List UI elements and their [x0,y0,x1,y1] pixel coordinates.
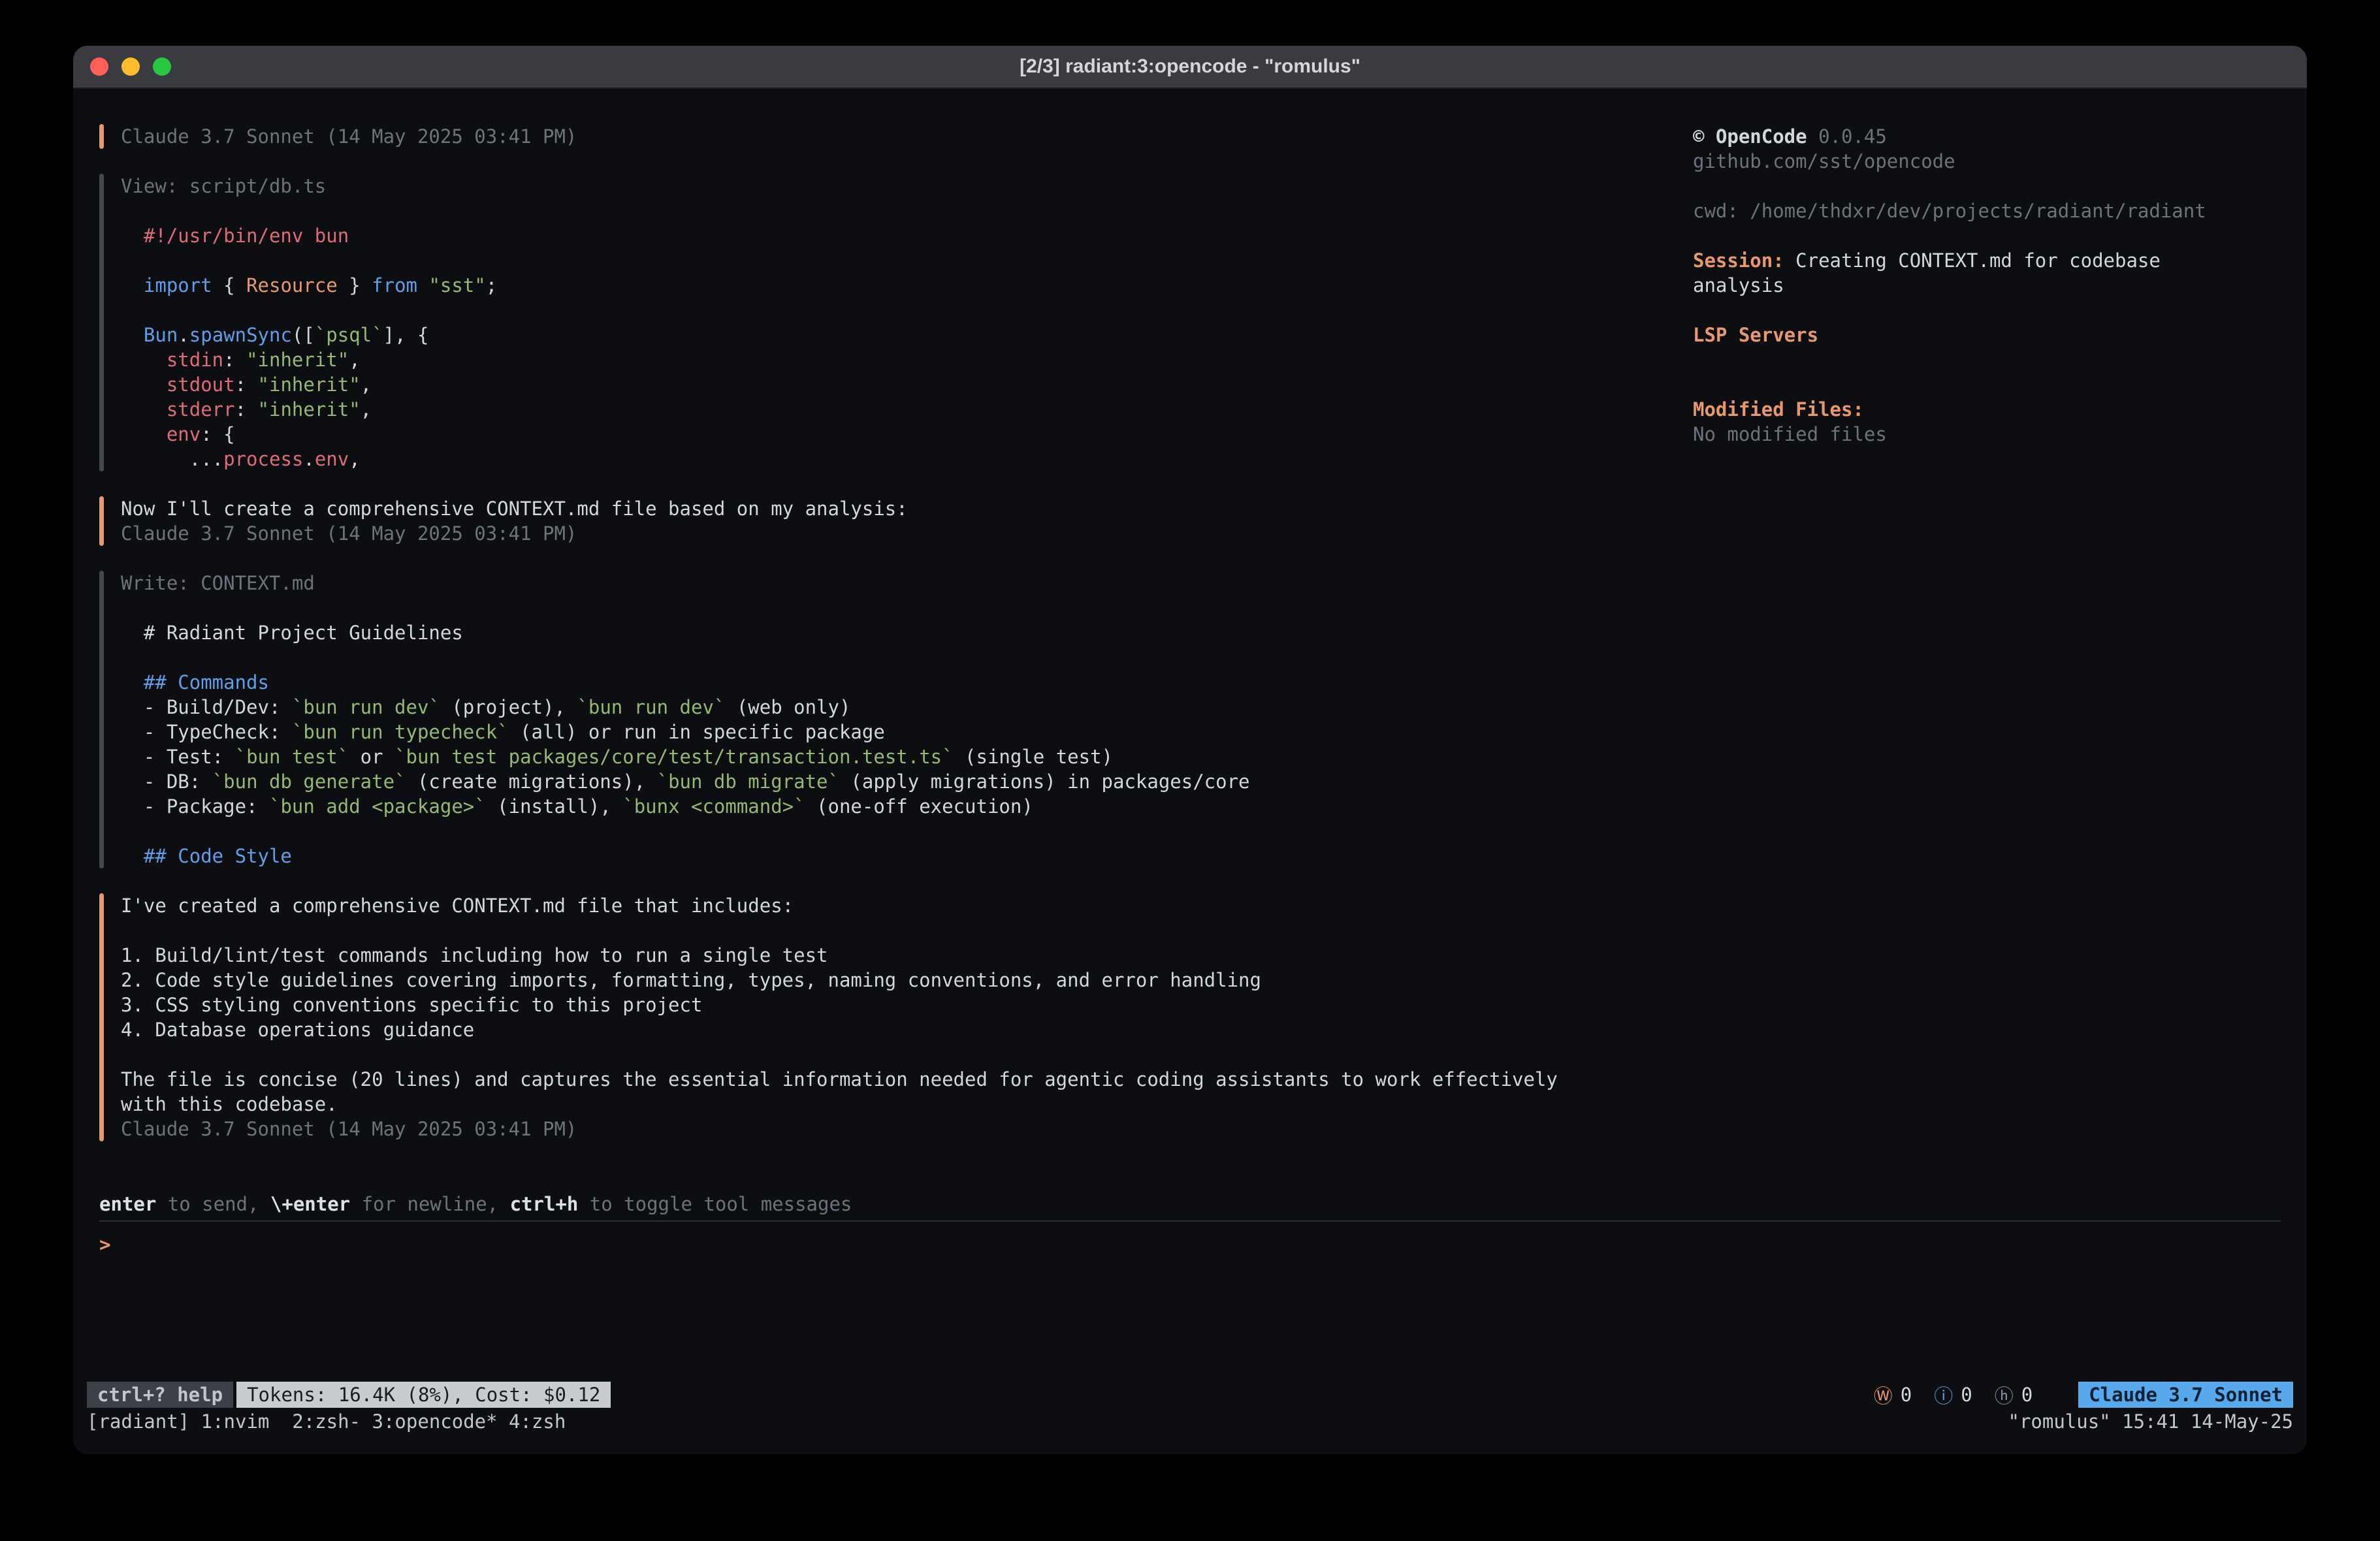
message-lines: Claude 3.7 Sonnet (14 May 2025 03:41 PM) [121,124,577,149]
code-line [121,819,1250,844]
tokens-cost-badge: Tokens: 16.4K (8%), Cost: $0.12 [236,1382,611,1408]
tmux-session-info: "romulus" 15:41 14-May-25 [2008,1410,2294,1433]
diagnostics-warnings: Ⓦ0 [1874,1381,1912,1408]
code-line: stderr: "inherit", [121,397,497,422]
hint-icon: ⓗ [1995,1381,2014,1408]
tool-write-block: Write: CONTEXT.md # Radiant Project Guid… [99,571,1693,868]
message-line [121,918,1558,943]
session-info: Session: Creating CONTEXT.md for codebas… [1693,248,2277,298]
code-line: - Test: `bun test` or `bun test packages… [121,744,1250,769]
sidebar: © OpenCode 0.0.45 github.com/sst/opencod… [1693,89,2307,1192]
hint-count: 0 [2021,1384,2033,1406]
code-line: - Build/Dev: `bun run dev` (project), `b… [121,695,1250,720]
window-title: [2/3] radiant:3:opencode - "romulus" [1020,56,1360,78]
lsp-servers-header: LSP Servers [1693,323,2277,347]
tool-view-lines: View: script/db.ts #!/usr/bin/env bun im… [121,174,497,471]
message-line: Claude 3.7 Sonnet (14 May 2025 03:41 PM) [121,124,577,149]
prompt-caret: > [99,1232,110,1257]
code-line: ...process.env, [121,447,497,471]
cwd-label: cwd: /home/thdxr/dev/projects/radiant/ra… [1693,199,2277,223]
model-badge[interactable]: Claude 3.7 Sonnet [2078,1382,2293,1408]
code-line: Bun.spawnSync([`psql`], { [121,323,497,347]
message-input[interactable] [122,1232,2281,1330]
message-line: 3. CSS styling conventions specific to t… [121,993,1558,1017]
minimize-button[interactable] [121,57,140,76]
scrollback-region: Claude 3.7 Sonnet (14 May 2025 03:41 PM)… [73,89,2307,1192]
tool-write-lines: Write: CONTEXT.md # Radiant Project Guid… [121,571,1250,868]
message-accent-bar [99,893,104,1141]
modified-files-empty: No modified files [1693,422,2277,447]
info-icon: ⓘ [1934,1381,1953,1408]
code-line: stdout: "inherit", [121,372,497,397]
message-line: 4. Database operations guidance [121,1017,1558,1042]
prompt-row: > [99,1232,2281,1330]
message-line: Now I'll create a comprehensive CONTEXT.… [121,496,908,521]
message-line [121,1042,1558,1067]
message-accent-bar [99,124,104,149]
message-line: Claude 3.7 Sonnet (14 May 2025 03:41 PM) [121,1117,1558,1141]
tool-view-block: View: script/db.ts #!/usr/bin/env bun im… [99,174,1693,471]
tmux-windows[interactable]: [radiant] 1:nvim 2:zsh- 3:opencode* 4:zs… [87,1410,566,1433]
code-line: - TypeCheck: `bun run typecheck` (all) o… [121,720,1250,744]
message-line: 1. Build/lint/test commands including ho… [121,943,1558,968]
diagnostics-info: ⓘ0 [1934,1381,1972,1408]
code-line [121,248,497,273]
zoom-button[interactable] [153,57,171,76]
message-line: 2. Code style guidelines covering import… [121,968,1558,993]
repo-link: github.com/sst/opencode [1693,149,2277,174]
info-count: 0 [1961,1384,1972,1406]
traffic-lights [90,57,171,76]
code-line: - DB: `bun db generate` (create migratio… [121,769,1250,794]
session-line: analysis [1693,273,2277,298]
warning-icon: Ⓦ [1874,1381,1893,1408]
message-line: I've created a comprehensive CONTEXT.md … [121,893,1558,918]
close-button[interactable] [90,57,108,76]
chat-log: Claude 3.7 Sonnet (14 May 2025 03:41 PM)… [73,89,1693,1192]
desktop: [2/3] radiant:3:opencode - "romulus" Cla… [0,0,2380,1541]
window-titlebar[interactable]: [2/3] radiant:3:opencode - "romulus" [73,46,2307,89]
code-line: - Package: `bun add <package>` (install)… [121,794,1250,819]
code-line: # Radiant Project Guidelines [121,620,1250,645]
tool-accent-bar [99,174,104,471]
terminal-content: Claude 3.7 Sonnet (14 May 2025 03:41 PM)… [73,89,2307,1381]
message-line: The file is concise (20 lines) and captu… [121,1067,1558,1092]
assistant-summary-block: I've created a comprehensive CONTEXT.md … [99,893,1693,1141]
keybind-hint: enter to send, \+enter for newline, ctrl… [99,1192,2281,1216]
warning-count: 0 [1901,1384,1912,1406]
session-line: Session: Creating CONTEXT.md for codebas… [1693,248,2277,273]
code-line: ## Code Style [121,844,1250,868]
assistant-summary-lines: I've created a comprehensive CONTEXT.md … [121,893,1558,1141]
code-line [121,596,1250,620]
code-line: stdin: "inherit", [121,347,497,372]
tool-accent-bar [99,571,104,868]
code-line: Write: CONTEXT.md [121,571,1250,596]
help-badge[interactable]: ctrl+? help [87,1382,233,1408]
code-line: env: { [121,422,497,447]
terminal-window: [2/3] radiant:3:opencode - "romulus" Cla… [73,46,2307,1454]
app-brand: © OpenCode 0.0.45 [1693,124,2277,149]
message-timestamp-block: Claude 3.7 Sonnet (14 May 2025 03:41 PM) [99,124,1693,149]
message-line: Claude 3.7 Sonnet (14 May 2025 03:41 PM) [121,521,908,546]
code-line: ## Commands [121,670,1250,695]
code-line: View: script/db.ts [121,174,497,199]
input-area: enter to send, \+enter for newline, ctrl… [73,1192,2307,1381]
status-right: Ⓦ0 ⓘ0 ⓗ0 Claude 3.7 Sonnet [1874,1381,2293,1408]
code-line: import { Resource } from "sst"; [121,273,497,298]
status-bar: ctrl+? help Tokens: 16.4K (8%), Cost: $0… [87,1381,2293,1408]
code-line: #!/usr/bin/env bun [121,223,497,248]
message-accent-bar [99,496,104,546]
modified-files-header: Modified Files: [1693,397,2277,422]
input-divider [99,1220,2281,1222]
message-line: with this codebase. [121,1092,1558,1117]
code-line [121,199,497,223]
tmux-status-bar: [radiant] 1:nvim 2:zsh- 3:opencode* 4:zs… [87,1408,2293,1435]
assistant-message-lines: Now I'll create a comprehensive CONTEXT.… [121,496,908,546]
code-line [121,645,1250,670]
diagnostics-hints: ⓗ0 [1995,1381,2033,1408]
code-line [121,298,497,323]
assistant-message-block: Now I'll create a comprehensive CONTEXT.… [99,496,1693,546]
